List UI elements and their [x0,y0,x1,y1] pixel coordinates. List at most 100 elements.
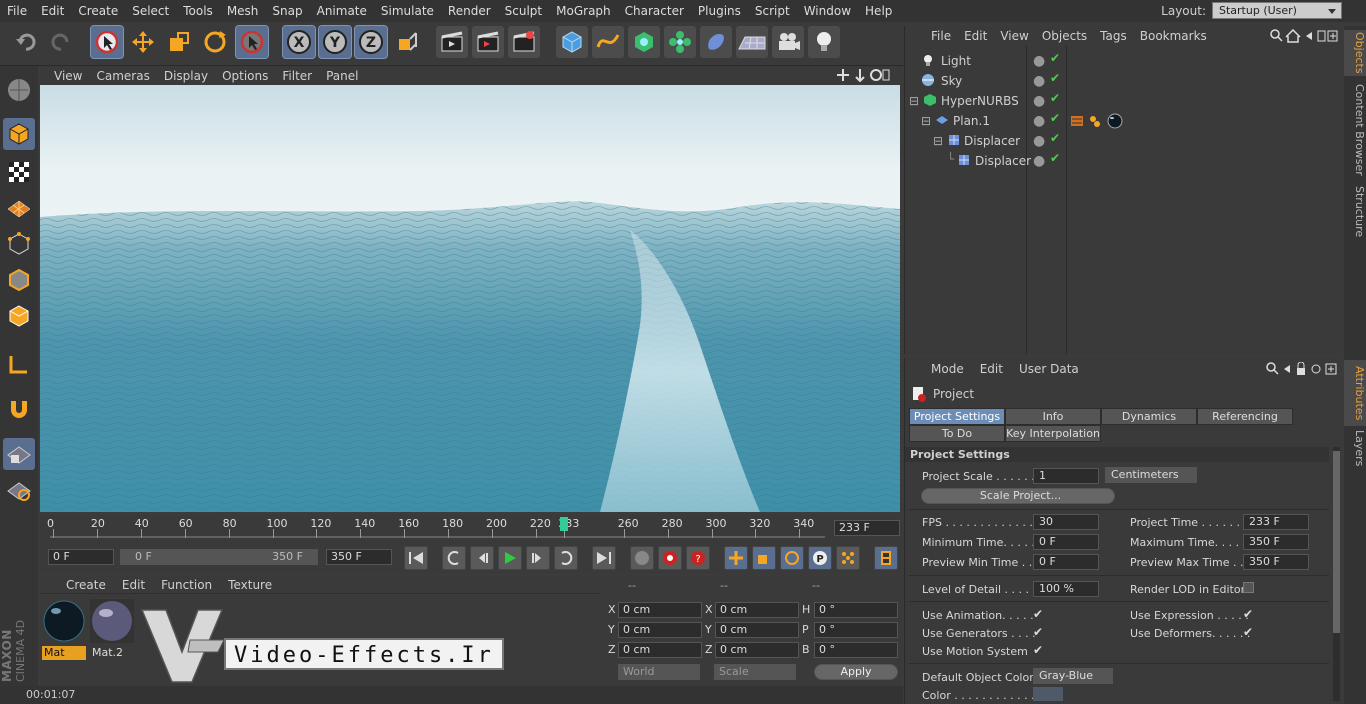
fps-field[interactable]: 30 [1033,514,1099,530]
menu-edit[interactable]: Edit [34,4,71,18]
frame-range-slider[interactable]: 0 F 350 F [120,549,318,565]
rotate-icon[interactable] [199,26,231,58]
timeline-window-icon[interactable] [874,546,898,570]
side-tab-layers[interactable]: Layers [1344,428,1366,468]
menu-select[interactable]: Select [125,4,176,18]
snap-magnet-icon[interactable] [3,392,35,424]
viewport-menu-view[interactable]: View [54,69,82,83]
scale-project-button[interactable]: Scale Project... [921,488,1115,504]
key-scale-icon[interactable] [752,546,776,570]
project-time-field[interactable]: 233 F [1243,514,1309,530]
object-manager-nav-icons[interactable] [1270,29,1338,43]
project-scale-field[interactable]: 1 [1033,468,1099,484]
go-to-end-icon[interactable] [592,546,616,570]
play-forward-icon[interactable] [498,546,522,570]
floor-icon[interactable] [736,26,768,58]
make-editable-icon[interactable] [3,74,35,106]
key-rotation-icon[interactable] [780,546,804,570]
keyframe-selection-icon[interactable]: ? [686,546,710,570]
tab-to-do[interactable]: To Do [909,425,1005,442]
enabled-check-icon[interactable]: ✔ [1050,111,1060,125]
attribute-menu-mode[interactable]: Mode [931,362,964,376]
attribute-scrollbar[interactable] [1333,447,1340,701]
texture-mode-icon[interactable] [3,156,35,188]
color-swatch[interactable] [1033,687,1063,701]
start-frame-field[interactable]: 0 F [48,549,114,565]
size-x-field[interactable]: 0 cm [715,602,799,618]
enabled-check-icon[interactable]: ✔ [1050,131,1060,145]
end-frame-field[interactable]: 350 F [326,549,392,565]
go-to-start-icon[interactable] [404,546,428,570]
viewport-nav-icons[interactable] [836,68,890,82]
coord-system-dropdown[interactable]: World [618,664,700,680]
deformer-icon[interactable] [700,26,732,58]
object-menu-edit[interactable]: Edit [964,29,987,43]
tab-info[interactable]: Info [1005,408,1101,425]
position-y-field[interactable]: 0 cm [618,622,702,638]
object-row-light[interactable]: Light ● ✔ [905,51,1343,71]
preview-max-field[interactable]: 350 F [1243,554,1309,570]
use-expression-checkbox[interactable]: ✔ [1243,607,1253,621]
rotation-p-field[interactable]: 0 ° [814,622,898,638]
planar-workplane-icon[interactable] [3,474,35,506]
autokeying-icon[interactable] [658,546,682,570]
last-tool-icon[interactable] [235,25,269,59]
object-menu-objects[interactable]: Objects [1042,29,1087,43]
tab-key-interpolation[interactable]: Key Interpolation [1005,425,1101,442]
model-mode-icon[interactable] [3,118,35,150]
size-y-field[interactable]: 0 cm [715,622,799,638]
viewport-menu-display[interactable]: Display [164,69,208,83]
menu-file[interactable]: File [0,4,34,18]
redo-icon[interactable] [45,26,77,58]
y-axis-icon[interactable]: Y [318,25,352,59]
size-z-field[interactable]: 0 cm [715,642,799,658]
menu-snap[interactable]: Snap [265,4,309,18]
array-icon[interactable] [664,26,696,58]
workplane-mode-icon[interactable] [3,192,35,224]
visibility-dots-icon[interactable]: ● [1033,133,1045,149]
viewport-menu-options[interactable]: Options [222,69,268,83]
viewport-menu-filter[interactable]: Filter [282,69,312,83]
enabled-check-icon[interactable]: ✔ [1050,151,1060,165]
object-row-plan1[interactable]: ⊟ Plan.1 ● ✔ [905,111,1343,131]
object-row-hypernurbs[interactable]: ⊟ HyperNURBS ● ✔ [905,91,1343,111]
material-mat2[interactable]: Mat.2 [90,599,134,659]
menu-window[interactable]: Window [797,4,858,18]
3d-viewport[interactable] [40,85,900,512]
render-settings-icon[interactable] [508,26,540,58]
object-menu-tags[interactable]: Tags [1100,29,1127,43]
points-mode-icon[interactable] [3,228,35,260]
size-mode-dropdown[interactable]: Scale [714,664,796,680]
menu-mograph[interactable]: MoGraph [549,4,618,18]
lod-field[interactable]: 100 % [1033,581,1099,597]
menu-simulate[interactable]: Simulate [374,4,441,18]
rotation-h-field[interactable]: 0 ° [814,602,898,618]
use-deformers-checkbox[interactable]: ✔ [1243,625,1253,639]
tab-dynamics[interactable]: Dynamics [1101,408,1197,425]
polygons-mode-icon[interactable] [3,300,35,332]
menu-help[interactable]: Help [858,4,899,18]
current-frame-field[interactable]: 233 F [834,520,900,536]
enabled-check-icon[interactable]: ✔ [1050,91,1060,105]
camera-icon[interactable] [772,26,804,58]
min-time-field[interactable]: 0 F [1033,534,1099,550]
key-pla-icon[interactable] [836,546,860,570]
render-view-icon[interactable] [436,26,468,58]
max-time-field[interactable]: 350 F [1243,534,1309,550]
visibility-dots-icon[interactable]: ● [1033,73,1045,89]
light-bulb-icon[interactable] [808,26,840,58]
attribute-menu-edit[interactable]: Edit [980,362,1003,376]
axis-mode-icon[interactable] [3,348,35,380]
tab-referencing[interactable]: Referencing [1197,408,1293,425]
visibility-dots-icon[interactable]: ● [1033,113,1045,129]
rotation-b-field[interactable]: 0 ° [814,642,898,658]
menu-render[interactable]: Render [441,4,498,18]
object-menu-bookmarks[interactable]: Bookmarks [1140,29,1207,43]
z-axis-icon[interactable]: Z [354,25,388,59]
visibility-dots-icon[interactable]: ● [1033,153,1045,169]
object-menu-file[interactable]: File [931,29,951,43]
x-axis-icon[interactable]: X [282,25,316,59]
cube-icon[interactable] [556,26,588,58]
material-menu-function[interactable]: Function [161,578,212,592]
live-selection-icon[interactable] [90,25,124,59]
